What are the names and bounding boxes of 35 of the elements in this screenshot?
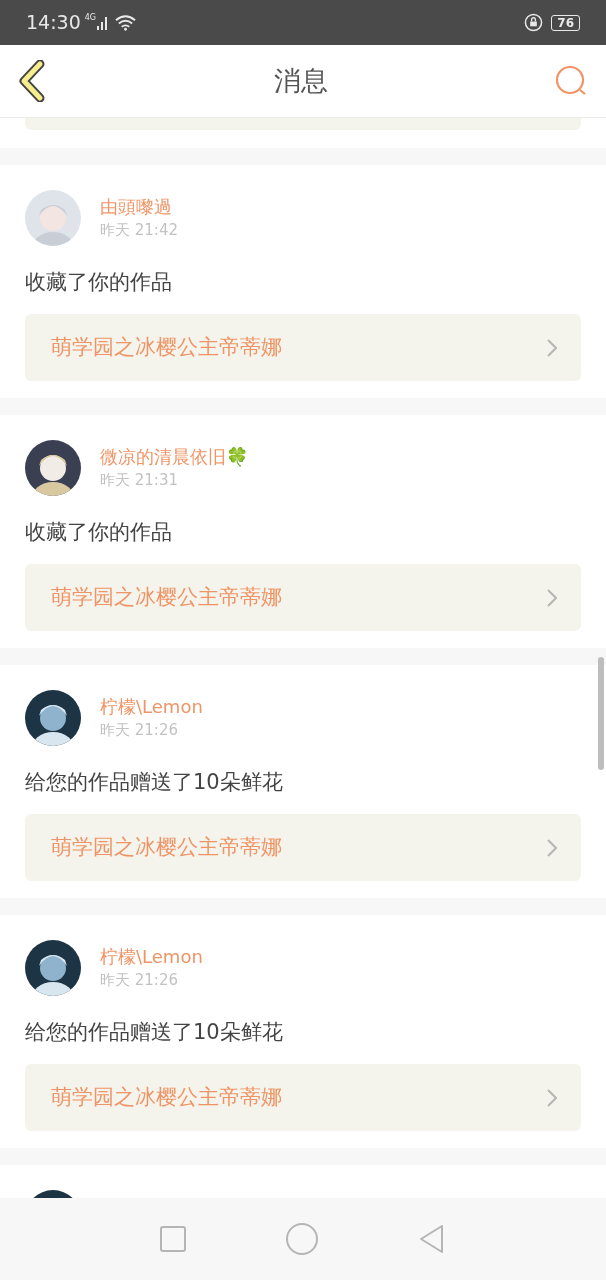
page-title: 消息: [274, 63, 328, 98]
wifi-icon: [115, 14, 137, 31]
scrollbar[interactable]: [598, 657, 604, 770]
user-name[interactable]: 柠檬\Lemon: [100, 695, 203, 719]
message-text: 给您的作品赠送了10朵鲜花: [25, 1019, 284, 1046]
signal-icon: [97, 15, 110, 30]
rotation-lock-icon: [524, 13, 544, 32]
message-text: 给您的作品赠送了10朵鲜花: [25, 769, 284, 796]
message-text: 收藏了你的作品: [25, 269, 173, 296]
chevron-right-icon: [547, 838, 557, 857]
message-time: 昨天 21:26: [100, 970, 179, 991]
chevron-left-icon: [18, 60, 46, 102]
message-time: 昨天 21:42: [100, 220, 178, 241]
message-time: 昨天 21:26: [100, 720, 179, 741]
work-link[interactable]: 萌学园之冰樱公主帝蒂娜: [25, 564, 581, 631]
work-link[interactable]: 萌学园之冰樱公主帝蒂娜: [25, 1064, 581, 1131]
network-type: 4G: [84, 12, 97, 24]
user-name[interactable]: 由頭嚟過: [100, 195, 178, 219]
search-button[interactable]: [554, 64, 588, 98]
status-time: 14:30: [26, 10, 81, 36]
chevron-right-icon: [547, 588, 557, 607]
back-nav-button[interactable]: [418, 1224, 446, 1254]
message-text: 收藏了你的作品: [25, 519, 173, 546]
chevron-right-icon: [547, 1088, 557, 1107]
battery-level: 76: [551, 14, 580, 31]
recent-apps-button[interactable]: [160, 1226, 186, 1252]
home-button[interactable]: [286, 1223, 318, 1255]
user-name[interactable]: 柠檬\Lemon: [100, 945, 203, 969]
message-time: 昨天 21:31: [100, 470, 179, 491]
user-name[interactable]: 微凉的清晨依旧🍀: [100, 445, 248, 469]
work-link[interactable]: 萌学园之冰樱公主帝蒂娜: [25, 814, 581, 881]
search-icon: [554, 64, 588, 98]
chevron-right-icon: [547, 338, 557, 357]
work-link[interactable]: 萌学园之冰樱公主帝蒂娜: [25, 314, 581, 381]
triangle-back-icon: [418, 1224, 446, 1254]
